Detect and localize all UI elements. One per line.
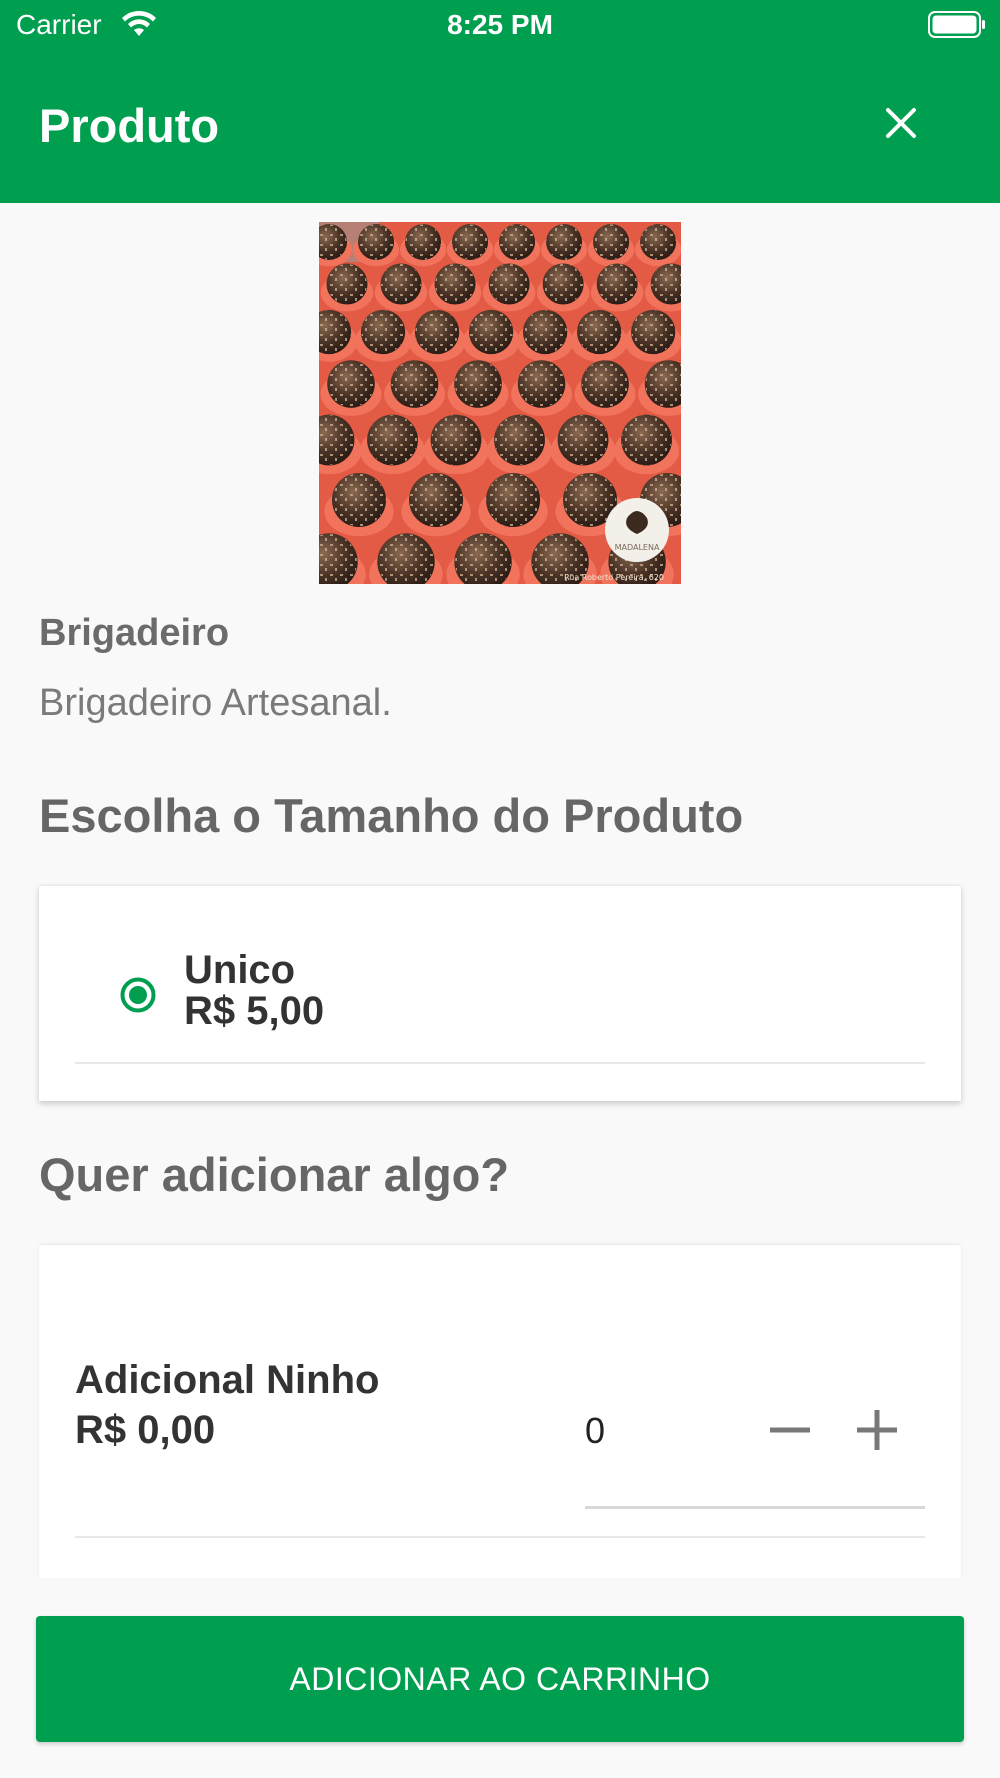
brigadeiro-photo: MADALENA Rua Roberto Pereira, 620	[319, 222, 681, 584]
quantity-input[interactable]	[585, 1406, 765, 1456]
chocolate-sprinkles	[489, 264, 530, 304]
chocolate-sprinkles	[391, 360, 438, 408]
chocolate-sprinkles	[523, 310, 567, 354]
size-option-name[interactable]: Unico	[184, 948, 295, 993]
page-title: Produto	[39, 99, 220, 152]
quantity-underline	[585, 1506, 925, 1509]
chocolate-sprinkles	[409, 473, 463, 527]
chocolate-sprinkles	[327, 360, 375, 408]
status-time: 8:25 PM	[447, 9, 553, 40]
app-bar: Produto	[0, 50, 1000, 203]
chocolate-sprinkles	[581, 360, 629, 408]
chocolate-sprinkles	[435, 264, 476, 304]
product-image: MADALENA Rua Roberto Pereira, 620	[319, 222, 681, 584]
chocolate-sprinkles	[518, 360, 565, 408]
chocolate-sprinkles	[431, 415, 481, 465]
minus-icon[interactable]	[768, 1408, 812, 1452]
chocolate-sprinkles	[494, 415, 545, 465]
chocolate-sprinkles	[486, 473, 540, 527]
divider	[75, 1062, 925, 1064]
addon-name: Adicional Ninho	[75, 1358, 380, 1402]
chocolate-sprinkles	[593, 224, 629, 260]
chocolate-sprinkles	[381, 264, 422, 304]
chocolate-sprinkles	[577, 310, 621, 354]
addon-card: Adicional Ninho R$ 0,00	[39, 1245, 961, 1578]
divider	[75, 1536, 925, 1538]
chocolate-sprinkles	[499, 224, 535, 260]
addons-section-title: Quer adicionar algo?	[39, 1148, 510, 1201]
image-caption: Rua Roberto Pereira, 620	[564, 573, 664, 582]
chocolate-sprinkles	[367, 415, 418, 465]
addon-price: R$ 0,00	[75, 1408, 216, 1452]
chocolate-sprinkles	[469, 310, 513, 354]
product-description: Brigadeiro Artesanal.	[39, 682, 392, 724]
size-section-title: Escolha o Tamanho do Produto	[39, 789, 744, 842]
add-to-cart-button[interactable]: ADICIONAR AO CARRINHO	[36, 1616, 964, 1742]
chocolate-sprinkles	[405, 224, 441, 260]
chocolate-sprinkles	[332, 473, 386, 527]
chocolate-sprinkles	[454, 360, 502, 408]
chocolate-sprinkles	[327, 264, 367, 304]
chocolate-sprinkles	[361, 310, 405, 354]
chocolate-sprinkles	[631, 310, 675, 354]
status-bar: Carrier 8:25 PM	[0, 0, 1000, 50]
brand-logo-text: MADALENA	[615, 543, 660, 552]
size-option-card: Unico R$ 5,00	[39, 886, 961, 1101]
battery-icon	[928, 11, 985, 38]
size-option-price: R$ 5,00	[184, 989, 325, 1033]
product-name: Brigadeiro	[39, 612, 230, 654]
chocolate-sprinkles	[452, 224, 488, 260]
chocolate-sprinkles	[415, 310, 459, 354]
plus-icon[interactable]	[855, 1408, 899, 1452]
chocolate-sprinkles	[546, 224, 582, 260]
chocolate-sprinkles	[621, 415, 672, 465]
chocolate-sprinkles	[558, 415, 608, 465]
radio-selected-icon[interactable]	[119, 976, 157, 1014]
chocolate-sprinkles	[640, 224, 676, 260]
chocolate-sprinkles	[597, 264, 638, 304]
chocolate-sprinkles	[358, 224, 394, 260]
chocolate-sprinkles	[543, 264, 584, 304]
close-icon[interactable]	[880, 102, 922, 144]
